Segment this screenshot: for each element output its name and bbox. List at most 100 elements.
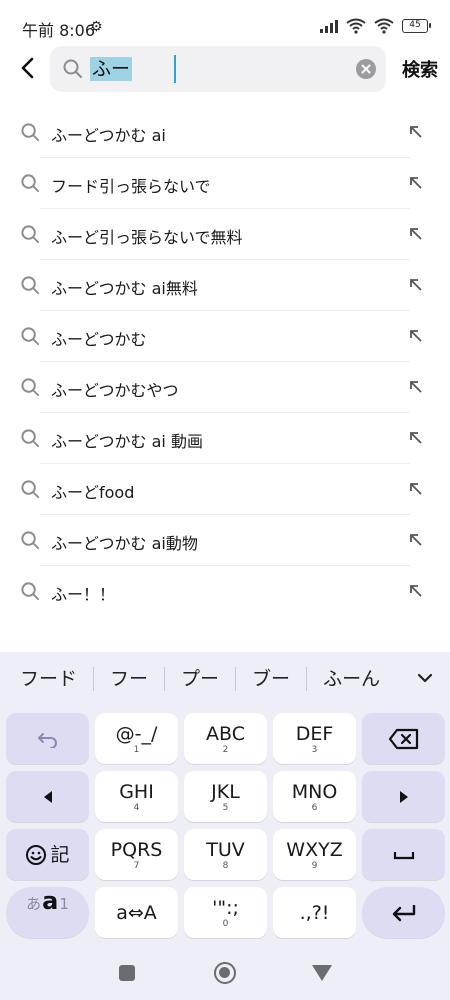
fill-query-arrow-icon[interactable] — [408, 532, 424, 548]
suggestion-item[interactable]: ふーど引っ張らないで無料 — [0, 209, 450, 260]
suggestion-item[interactable]: ふーどつかむ ai — [0, 107, 450, 158]
key-label: WXYZ — [286, 838, 343, 861]
key-label: a⇔A — [116, 901, 157, 924]
fill-query-arrow-icon[interactable] — [408, 226, 424, 242]
chevron-down-icon[interactable] — [416, 669, 434, 687]
candidate-item[interactable]: フー — [94, 666, 164, 692]
key-sub-label: 2 — [222, 744, 229, 755]
backspace-icon — [388, 728, 418, 749]
input-mode-key[interactable]: あ a 1 — [6, 887, 89, 938]
signal-icon — [320, 19, 338, 33]
search-icon — [21, 225, 40, 244]
close-icon — [361, 64, 371, 74]
key-2[interactable]: ABC 2 — [184, 713, 267, 764]
case-toggle-key[interactable]: a⇔A — [95, 887, 178, 938]
fill-query-arrow-icon[interactable] — [408, 481, 424, 497]
candidate-item[interactable]: プー — [165, 666, 235, 692]
back-arrow-icon[interactable] — [14, 54, 42, 82]
suggestion-item[interactable]: ふーどつかむ ai動物 — [0, 515, 450, 566]
key-9[interactable]: WXYZ 9 — [273, 829, 356, 880]
search-icon — [21, 480, 40, 499]
space-key[interactable] — [362, 829, 445, 880]
key-sub-label: 6 — [311, 802, 318, 813]
key-sub-label: 1 — [133, 744, 140, 755]
battery-icon: 45 — [402, 19, 431, 33]
enter-icon — [392, 904, 415, 921]
fill-query-arrow-icon[interactable] — [408, 379, 424, 395]
search-query-text[interactable]: ふー — [90, 57, 133, 81]
suggestion-item[interactable]: ふーどつかむ ai無料 — [0, 260, 450, 311]
key-label: MNO — [291, 780, 338, 803]
key-label: ABC — [206, 722, 245, 745]
backspace-key[interactable] — [362, 713, 445, 764]
emoji-key[interactable]: 記 — [6, 829, 89, 880]
search-header: ふー 検索 — [0, 44, 450, 96]
space-icon — [393, 851, 414, 859]
search-input[interactable]: ふー — [50, 46, 386, 92]
suggestion-label: ふーどつかむ — [51, 330, 147, 349]
recents-icon[interactable] — [119, 965, 135, 981]
undo-key[interactable] — [6, 713, 89, 764]
key-label: TUV — [206, 838, 245, 861]
search-icon — [21, 327, 40, 346]
back-triangle-icon[interactable] — [312, 965, 332, 981]
search-icon — [21, 123, 40, 142]
cursor-right-key[interactable] — [362, 771, 445, 822]
key-4[interactable]: GHI 4 — [95, 771, 178, 822]
suggestion-label: ふーどつかむ ai 動画 — [51, 432, 203, 451]
key-3[interactable]: DEF 3 — [273, 713, 356, 764]
candidate-item[interactable]: フード — [0, 666, 93, 692]
key-label: @-_/ — [115, 722, 158, 745]
candidate-item[interactable]: ブー — [236, 666, 306, 692]
search-submit-button[interactable]: 検索 — [402, 56, 438, 82]
key-5[interactable]: JKL 5 — [184, 771, 267, 822]
key-label: a — [42, 887, 59, 915]
search-icon — [21, 174, 40, 193]
suggestion-item[interactable]: ふーどつかむ — [0, 311, 450, 362]
wifi-icon — [346, 18, 366, 34]
suggestion-item[interactable]: ふーどfood — [0, 464, 450, 515]
fill-query-arrow-icon[interactable] — [408, 328, 424, 344]
key-sub-label: 9 — [311, 860, 318, 871]
key-sub-label: 5 — [222, 802, 229, 813]
suggestion-label: ふーどつかむ ai — [51, 126, 166, 145]
key-7[interactable]: PQRS 7 — [95, 829, 178, 880]
fill-query-arrow-icon[interactable] — [408, 124, 424, 140]
navigation-bar — [0, 946, 450, 1000]
fill-query-arrow-icon[interactable] — [408, 277, 424, 293]
suggestion-item[interactable]: ふーどつかむ ai 動画 — [0, 413, 450, 464]
triangle-left-icon — [43, 790, 52, 803]
suggestion-label: ふーどfood — [51, 483, 135, 502]
suggestion-label: フード引っ張らないで — [51, 177, 211, 196]
key-8[interactable]: TUV 8 — [184, 829, 267, 880]
search-icon — [21, 378, 40, 397]
key-1[interactable]: @-_/ 1 — [95, 713, 178, 764]
suggestion-item[interactable]: フード引っ張らないで — [0, 158, 450, 209]
home-icon[interactable] — [214, 962, 236, 984]
triangle-right-icon — [399, 790, 408, 803]
enter-key[interactable] — [362, 887, 445, 938]
key-0[interactable]: '":; 0 — [184, 887, 267, 938]
suggestion-label: ふー！！ — [51, 585, 116, 604]
punctuation-key[interactable]: .,?! — [273, 887, 356, 938]
clear-input-button[interactable] — [356, 59, 376, 79]
smiley-icon — [26, 844, 47, 865]
suggestion-label: ふーどつかむ ai動物 — [51, 534, 198, 553]
fill-query-arrow-icon[interactable] — [408, 175, 424, 191]
suggestion-list: ふーどつかむ ai フード引っ張らないで ふーど引っ張らないで無料 ふーどつかむ… — [0, 107, 450, 617]
suggestion-item[interactable]: ふー！！ — [0, 566, 450, 617]
key-label: 1 — [59, 895, 69, 913]
suggestion-item[interactable]: ふーどつかむやつ — [0, 362, 450, 413]
key-label: JKL — [211, 780, 240, 803]
key-sub-label: 8 — [222, 860, 229, 871]
candidate-bar: フード フー プー ブー ふーん — [0, 652, 450, 706]
candidate-item[interactable]: ふーん — [307, 666, 396, 692]
fill-query-arrow-icon[interactable] — [408, 583, 424, 599]
key-6[interactable]: MNO 6 — [273, 771, 356, 822]
search-icon — [21, 582, 40, 601]
fill-query-arrow-icon[interactable] — [408, 430, 424, 446]
undo-icon — [37, 732, 57, 748]
key-label: DEF — [295, 722, 334, 745]
key-label: GHI — [119, 780, 154, 803]
cursor-left-key[interactable] — [6, 771, 89, 822]
